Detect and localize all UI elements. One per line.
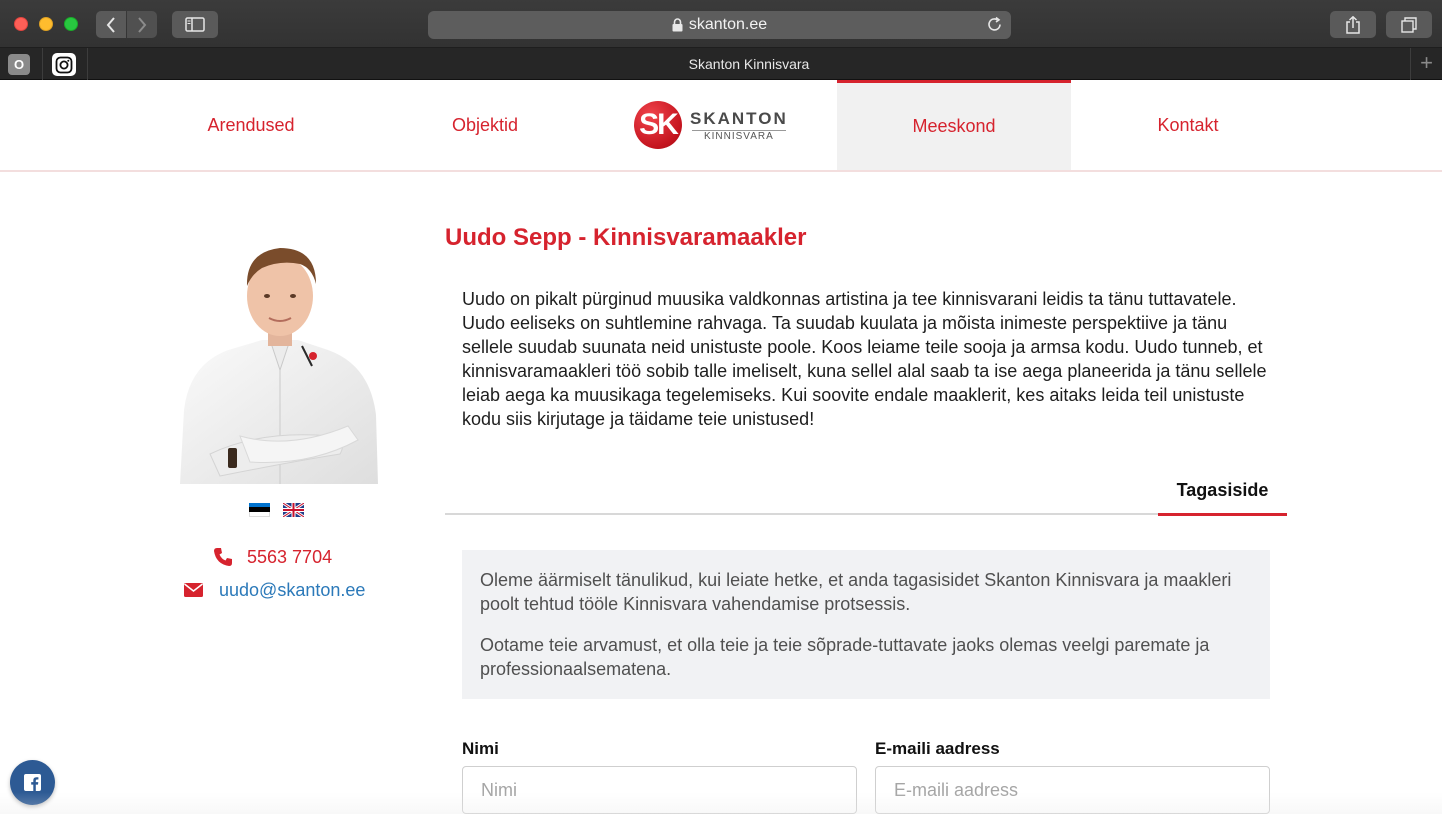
email-link[interactable]: uudo@skanton.ee [219, 580, 365, 601]
email-label: E-maili aadress [875, 739, 1000, 758]
sidebar-toggle-button[interactable] [172, 11, 218, 38]
phone-icon [214, 548, 232, 566]
logo-name: SKANTON [690, 108, 788, 128]
sidebar-icon [185, 17, 205, 32]
show-tabs-button[interactable] [1386, 11, 1432, 38]
logo-mark: SK [634, 101, 682, 149]
envelope-icon [184, 583, 203, 597]
tab-bar: O Skanton Kinnisvara + [0, 48, 1442, 80]
email-contact[interactable]: uudo@skanton.ee [184, 578, 365, 602]
browser-titlebar: skanton.ee [0, 0, 1442, 48]
url-text: skanton.ee [688, 16, 768, 33]
share-icon [1346, 15, 1360, 34]
chevron-left-icon [106, 16, 115, 33]
instagram-icon [55, 56, 73, 73]
email-input[interactable] [875, 766, 1270, 814]
zoom-window-button[interactable] [64, 17, 78, 31]
estonian-flag-icon[interactable] [249, 503, 270, 517]
new-tab-button[interactable]: + [1410, 48, 1442, 80]
reload-icon[interactable] [986, 16, 1003, 33]
site-logo[interactable]: SK SKANTON KINNISVARA [634, 100, 806, 150]
back-button[interactable] [96, 11, 126, 38]
tab-tagasiside[interactable]: Tagasiside [1158, 470, 1287, 516]
close-window-button[interactable] [14, 17, 28, 31]
lock-icon [672, 18, 683, 32]
nav-kontakt[interactable]: Kontakt [1071, 80, 1305, 170]
forward-button[interactable] [127, 11, 157, 38]
facebook-icon [24, 774, 41, 791]
tabs-overview-icon [1401, 16, 1417, 33]
address-bar[interactable]: skanton.ee [428, 11, 1011, 39]
agent-bio: Uudo on pikalt pürginud muusika valdkonn… [462, 289, 1267, 429]
share-button[interactable] [1330, 11, 1376, 38]
logo-wordmark: SKANTON KINNISVARA [690, 109, 788, 142]
active-tab[interactable]: Skanton Kinnisvara [88, 48, 1410, 80]
instagram-tab-favicon[interactable] [52, 53, 76, 76]
nav-arendused[interactable]: Arendused [134, 80, 368, 170]
tab-divider [42, 48, 43, 80]
feedback-intro-box: Oleme äärmiselt tänulikud, kui leiate he… [462, 550, 1270, 699]
facebook-button[interactable] [10, 760, 55, 805]
chevron-right-icon [138, 16, 147, 33]
phone-number[interactable]: 5563 7704 [247, 547, 332, 568]
agent-photo [180, 248, 378, 484]
site-header: Arendused Objektid SK SKANTON KINNISVARA… [0, 80, 1442, 172]
uk-flag-icon[interactable] [283, 503, 304, 517]
feedback-intro-text: Oleme äärmiselt tänulikud, kui leiate he… [480, 570, 1232, 614]
feedback-intro-text: Ootame teie arvamust, et olla teie ja te… [480, 635, 1210, 679]
nav-meeskond[interactable]: Meeskond [837, 80, 1071, 170]
page-title: Uudo Sepp - Kinnisvaramaakler [445, 224, 807, 251]
name-input[interactable] [462, 766, 857, 814]
logo-subtitle: KINNISVARA [691, 129, 786, 142]
pinned-tab-favicon[interactable]: O [8, 54, 30, 75]
minimize-window-button[interactable] [39, 17, 53, 31]
nav-objektid[interactable]: Objektid [368, 80, 602, 170]
phone-contact[interactable]: 5563 7704 [213, 545, 332, 569]
name-label: Nimi [462, 739, 499, 758]
